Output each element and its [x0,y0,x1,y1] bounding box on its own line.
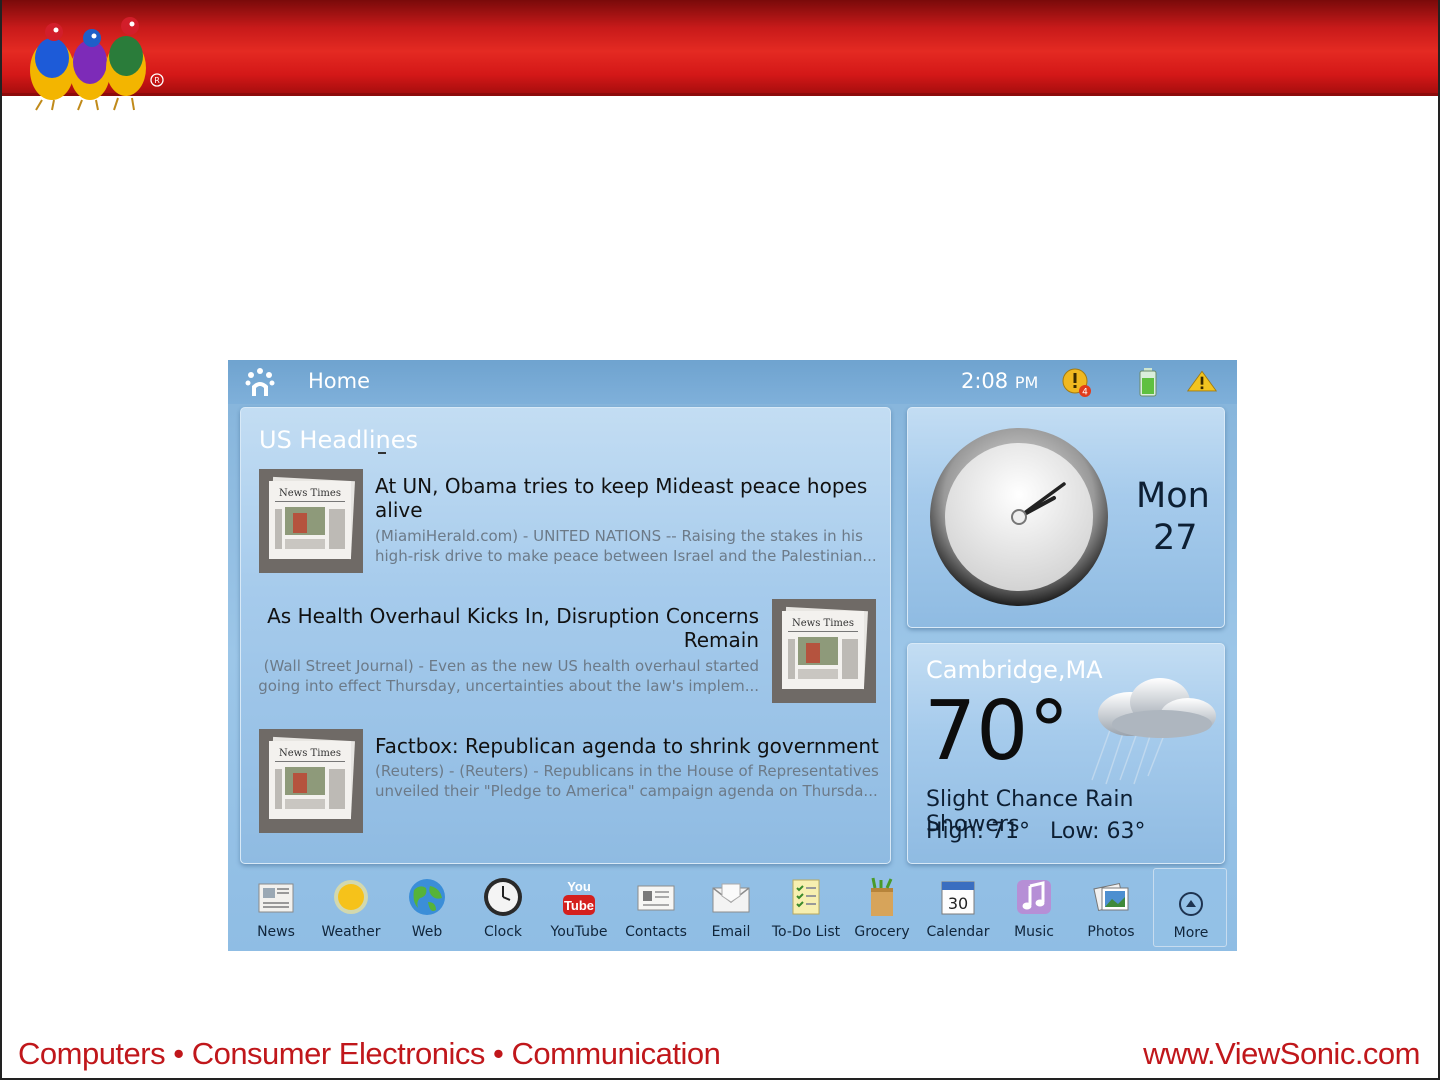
app-label: Grocery [854,924,910,940]
story-1-summary: (MiamiHerald.com) - UNITED NATIONS -- Ra… [375,526,877,566]
grocery-bag-icon [871,877,893,916]
divider [378,452,386,454]
story-3-summary: (Reuters) - (Reuters) - Republicans in t… [375,761,879,801]
slide-header-bar [0,0,1440,96]
thumb-masthead: News Times [792,618,854,629]
app-news[interactable]: News [238,870,314,948]
thumb-masthead: News Times [279,488,341,499]
music-note-icon [1017,880,1051,914]
sun-icon [334,880,368,914]
app-label: Web [411,924,443,940]
warning-icon[interactable] [1186,366,1218,398]
app-label: News [257,924,295,940]
envelope-icon [712,883,750,913]
app-label: Email [711,924,751,940]
app-label: Clock [483,924,523,940]
story-1-headline-line2: alive [375,498,423,522]
calendar-day: 30 [948,894,968,913]
story-2-headline-line2: Remain [683,628,759,652]
app-label: YouTube [550,924,608,940]
analog-clock-icon [930,428,1108,606]
story-3-summary-line1: (Reuters) - (Reuters) - Republicans in t… [375,762,879,780]
news-icon [258,883,294,913]
day-number: 27 [1153,518,1198,558]
headlines-title: US Headlines [259,426,418,454]
weather-widget[interactable]: Cambridge,MA 70° Slight Chance Rain Show… [907,643,1225,864]
app-photos[interactable]: Photos [1073,870,1149,948]
weather-high: High: 71° [926,819,1030,844]
time-ampm: PM [1014,373,1039,392]
story-2-summary-line2: going into effect Thursday, uncertaintie… [258,677,759,695]
day-name: Mon [1136,476,1210,516]
home-logo-icon[interactable] [244,366,276,398]
newspaper-thumbnail-icon[interactable]: News Times [772,599,876,703]
story-3-headline-line1: Factbox: Republican agenda to shrink gov… [375,734,879,758]
story-2-summary-line1: (Wall Street Journal) - Even as the new … [263,657,759,675]
tablet-screen: Home 2:08 PM 4 US Headlines News Times A… [228,360,1237,951]
app-label: To-Do List [771,924,841,940]
time-value: 2:08 [961,369,1009,393]
globe-icon [409,879,445,915]
story-2-headline-line1: As Health Overhaul Kicks In, Disruption … [267,604,759,628]
notification-alert-icon[interactable]: 4 [1060,366,1092,398]
app-label: Contacts [625,924,687,940]
youtube-tube: Tube [564,898,594,913]
story-1-headline-line1: At UN, Obama tries to keep Mideast peace… [375,474,868,498]
app-web[interactable]: Web [389,870,465,948]
app-label: Photos [1087,924,1135,940]
weather-low: Low: 63° [1050,819,1146,844]
clock-widget[interactable]: Mon 27 [907,407,1225,628]
app-youtube[interactable]: You Tube YouTube [541,870,617,948]
thumb-masthead: News Times [279,748,341,759]
svg-text:R: R [154,76,160,85]
checklist-icon [792,879,820,915]
app-label: Music [1014,924,1054,940]
app-todo[interactable]: To-Do List [768,870,844,948]
youtube-you: You [567,879,591,894]
app-label: Weather [321,924,381,940]
app-calendar[interactable]: 30 Calendar [920,870,996,948]
newspaper-thumbnail-icon[interactable]: News Times [259,729,363,833]
story-3-headline[interactable]: Factbox: Republican agenda to shrink gov… [375,734,879,758]
story-3-summary-line2: unveiled their "Pledge to America" campa… [375,782,878,800]
more-label: More [1173,925,1209,941]
battery-icon [1139,368,1157,397]
app-contacts[interactable]: Contacts [618,870,694,948]
weather-temperature: 70° [924,684,1070,779]
footer-website[interactable]: www.ViewSonic.com [1143,1036,1420,1072]
status-time: 2:08 PM [961,369,1038,393]
circle-up-arrow-icon [1179,892,1203,916]
story-1-summary-line1: (MiamiHerald.com) - UNITED NATIONS -- Ra… [375,527,863,545]
photos-icon [1093,882,1129,912]
app-clock[interactable]: Clock [465,870,541,948]
more-button[interactable]: More [1153,868,1227,947]
clock-icon [484,878,522,916]
story-1-headline[interactable]: At UN, Obama tries to keep Mideast peace… [375,474,867,522]
story-1-summary-line2: high-risk drive to make peace between Is… [375,547,877,565]
newspaper-thumbnail-icon[interactable]: News Times [259,469,363,573]
story-2-summary: (Wall Street Journal) - Even as the new … [258,656,759,696]
app-label: Calendar [926,924,990,940]
viewsonic-birds-logo: R [30,17,164,111]
story-2-headline[interactable]: As Health Overhaul Kicks In, Disruption … [267,604,759,652]
app-music[interactable]: Music [996,870,1072,948]
footer-tagline: Computers • Consumer Electronics • Commu… [18,1036,721,1071]
headlines-widget[interactable]: US Headlines News Times At UN, Obama tri… [240,407,891,864]
app-email[interactable]: Email [693,870,769,948]
screen-title: Home [308,369,371,393]
app-weather[interactable]: Weather [313,870,389,948]
youtube-icon: You Tube [563,879,595,915]
calendar-icon: 30 [941,881,975,915]
notification-count: 4 [1082,388,1088,398]
weather-city: Cambridge,MA [926,656,1103,684]
contacts-icon [637,885,675,911]
app-grocery[interactable]: Grocery [844,870,920,948]
